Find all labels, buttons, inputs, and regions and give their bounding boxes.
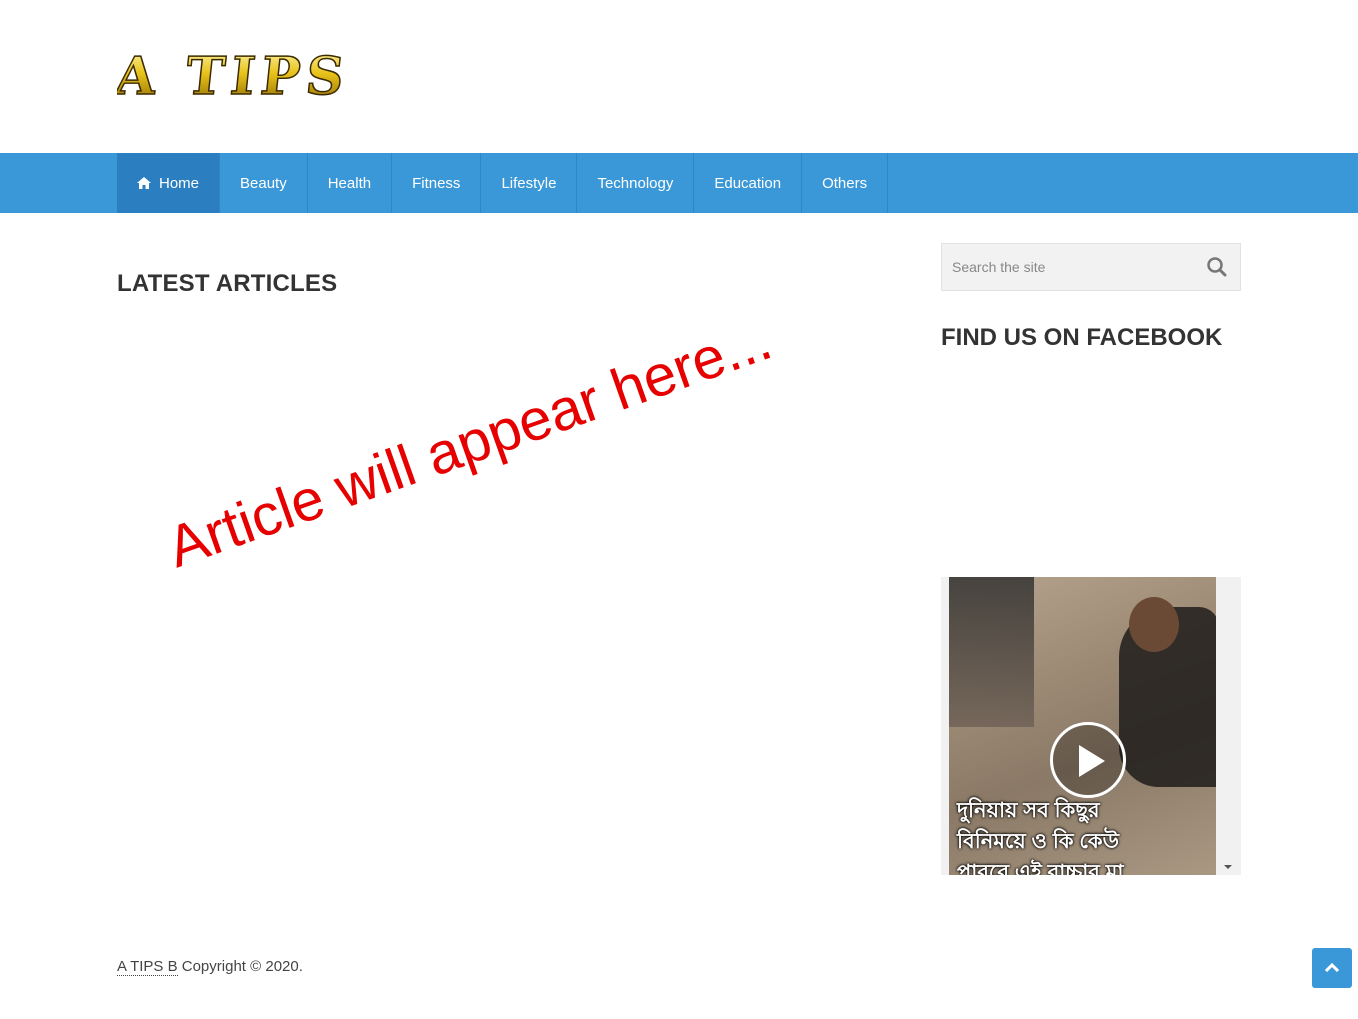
search-input[interactable] xyxy=(942,244,1212,290)
nav-item-label: Lifestyle xyxy=(501,174,557,192)
nav-item-label: Others xyxy=(822,174,868,192)
latest-articles-heading: LATEST ARTICLES xyxy=(117,270,338,297)
nav-item-label: Home xyxy=(159,174,200,192)
nav-item-home[interactable]: Home xyxy=(117,153,221,213)
nav-item-label: Beauty xyxy=(240,174,287,192)
article-placeholder-text: Article will appear here... xyxy=(159,306,780,581)
nav-item-health[interactable]: Health xyxy=(308,153,393,213)
play-icon[interactable] xyxy=(1050,722,1126,798)
search-icon[interactable] xyxy=(1206,256,1228,278)
nav-item-fitness[interactable]: Fitness xyxy=(392,153,482,213)
nav-item-lifestyle[interactable]: Lifestyle xyxy=(481,153,578,213)
nav-item-beauty[interactable]: Beauty xyxy=(220,153,308,213)
site-logo[interactable]: A TIPS B xyxy=(117,44,347,106)
scroll-down-icon[interactable] xyxy=(1224,865,1232,869)
main-menu: Home Beauty Health Fitness Lifestyle Tec… xyxy=(117,153,889,213)
footer-copyright: A TIPS B Copyright © 2020. xyxy=(117,958,303,976)
video-caption: দুনিয়ায় সব কিছুর বিনিময়ে ও কি কেউ পার… xyxy=(957,799,1124,875)
home-icon xyxy=(137,177,151,189)
footer-brand-link[interactable]: A TIPS B xyxy=(117,958,178,976)
facebook-widget-title: FIND US ON FACEBOOK xyxy=(941,324,1223,351)
nav-item-education[interactable]: Education xyxy=(694,153,803,213)
search-form xyxy=(941,243,1241,291)
video-thumbnail[interactable]: দুনিয়ায় সব কিছুর বিনিময়ে ও কি কেউ পার… xyxy=(949,577,1216,875)
video-scene-shape xyxy=(1129,597,1179,652)
nav-item-label: Education xyxy=(714,174,782,192)
video-scene-shape xyxy=(949,577,1034,727)
widget-scrollbar[interactable] xyxy=(1216,577,1241,875)
back-to-top-button[interactable] xyxy=(1312,948,1352,988)
nav-item-label: Technology xyxy=(597,174,674,192)
nav-item-technology[interactable]: Technology xyxy=(577,153,695,213)
facebook-feed-widget: দুনিয়ায় সব কিছুর বিনিময়ে ও কি কেউ পার… xyxy=(941,577,1241,875)
main-navbar: Home Beauty Health Fitness Lifestyle Tec… xyxy=(0,153,1358,213)
logo-text: A TIPS B xyxy=(117,46,347,106)
chevron-up-icon xyxy=(1325,962,1339,972)
nav-item-label: Fitness xyxy=(412,174,461,192)
nav-item-label: Health xyxy=(327,174,372,192)
copyright-text: Copyright © 2020. xyxy=(177,958,303,975)
nav-item-others[interactable]: Others xyxy=(802,153,889,213)
